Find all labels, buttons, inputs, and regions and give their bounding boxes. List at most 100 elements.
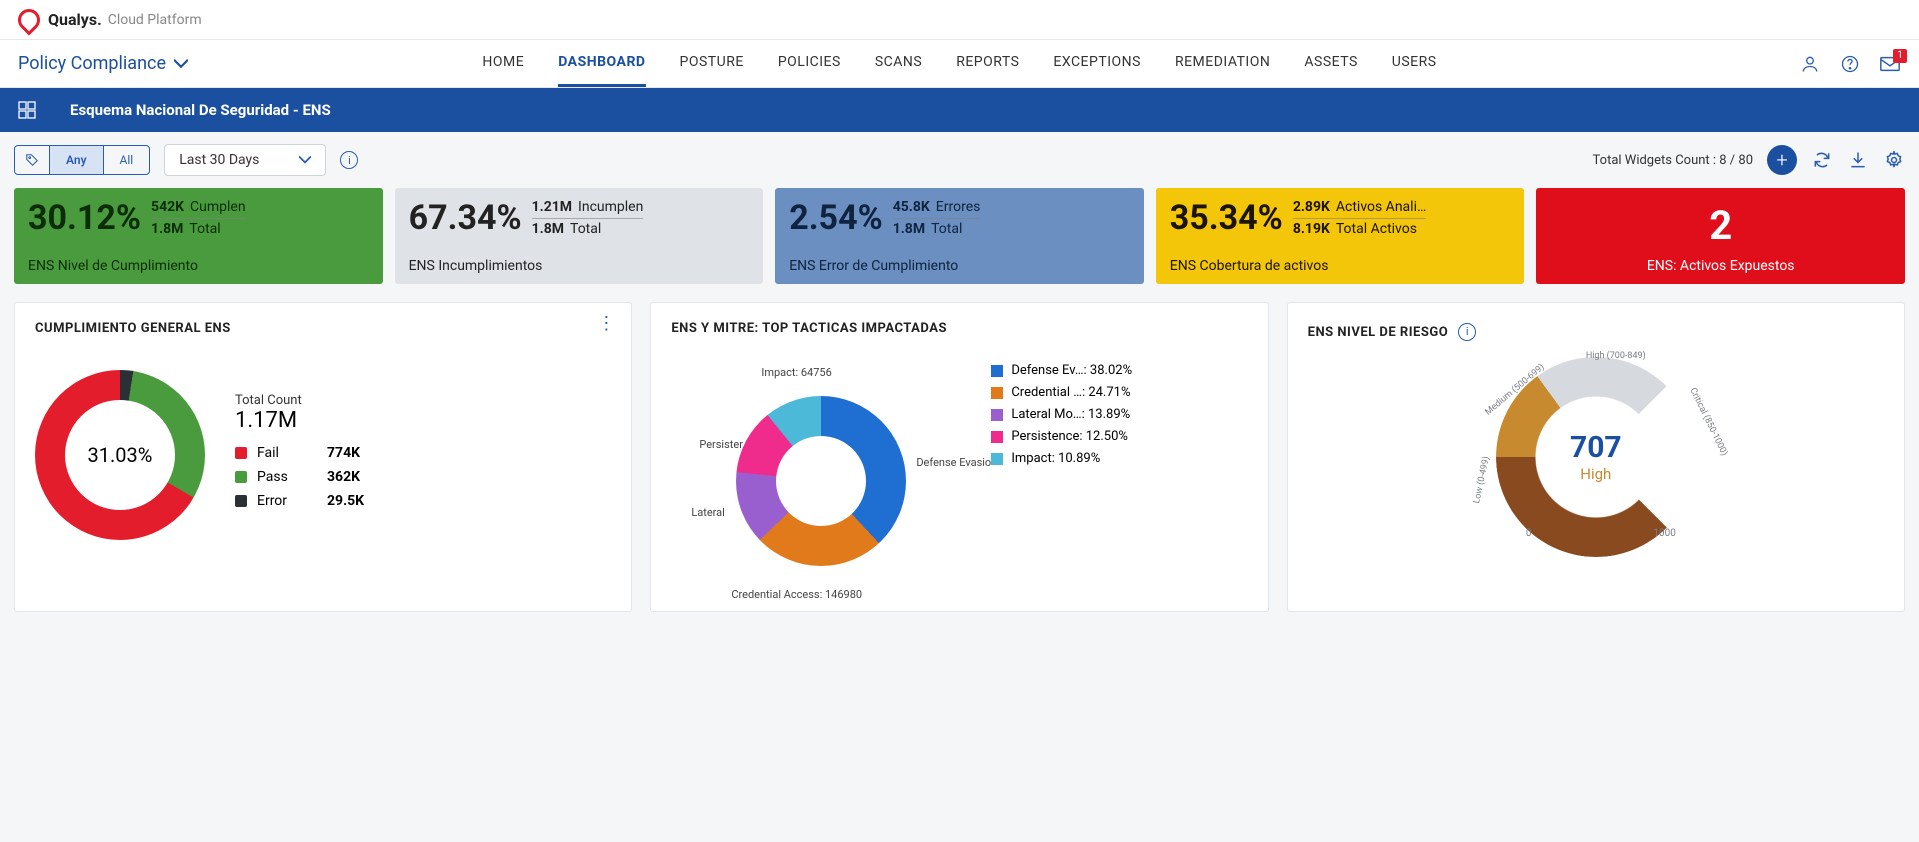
brand-suffix: Cloud Platform bbox=[108, 12, 202, 28]
nav-utility-icons: 1 bbox=[1799, 53, 1901, 75]
legend-row: Fail774K bbox=[235, 445, 364, 461]
card-menu-icon[interactable]: ⋮ bbox=[597, 319, 615, 328]
tab-dashboard[interactable]: DASHBOARD bbox=[558, 40, 645, 87]
swatch-icon bbox=[235, 471, 247, 483]
total-count-label: Total Count bbox=[235, 393, 364, 408]
tag-icon bbox=[15, 146, 49, 174]
kpi-pct: 30.12% bbox=[28, 198, 141, 238]
kpi-expuestos[interactable]: 2 ENS: Activos Expuestos bbox=[1536, 188, 1905, 284]
gauge-level: High bbox=[1580, 465, 1611, 483]
download-icon[interactable] bbox=[1847, 149, 1869, 171]
axis-min: 0 bbox=[1526, 528, 1532, 539]
legend-row: Defense Ev…: 38.02% bbox=[991, 363, 1132, 378]
gauge-center: 707 High bbox=[1544, 405, 1648, 509]
chevron-down-icon bbox=[299, 156, 311, 164]
tab-posture[interactable]: POSTURE bbox=[680, 40, 744, 87]
kpi-row: 30.12% 542KCumplen 1.8MTotal ENS Nivel d… bbox=[0, 188, 1919, 298]
card-nivel-riesgo: ENS NIVEL DE RIESGO i 707 High 0 1000 Lo… bbox=[1287, 302, 1905, 612]
total-count-value: 1.17M bbox=[235, 408, 364, 433]
swatch-icon bbox=[991, 453, 1003, 465]
brand-bar: Qualys. Cloud Platform bbox=[0, 0, 1919, 40]
tag-filter[interactable]: Any All bbox=[14, 145, 150, 175]
kpi-big: 2 bbox=[1709, 202, 1732, 249]
tab-remediation[interactable]: REMEDIATION bbox=[1175, 40, 1270, 87]
gauge-value: 707 bbox=[1570, 430, 1622, 465]
card-title: CUMPLIMIENTO GENERAL ENS bbox=[35, 321, 611, 336]
kpi-error[interactable]: 2.54% 45.8KErrores 1.8MTotal ENS Error d… bbox=[775, 188, 1144, 284]
date-range-select[interactable]: Last 30 Days bbox=[164, 144, 326, 176]
kpi-fraction: 45.8KErrores 1.8MTotal bbox=[893, 199, 981, 238]
info-icon[interactable]: i bbox=[1458, 323, 1476, 341]
card-title: ENS NIVEL DE RIESGO bbox=[1308, 325, 1449, 340]
donut-center: 31.03% bbox=[65, 400, 175, 510]
user-icon[interactable] bbox=[1799, 53, 1821, 75]
swatch-icon bbox=[991, 387, 1003, 399]
module-label: Policy Compliance bbox=[18, 53, 166, 74]
tab-reports[interactable]: REPORTS bbox=[956, 40, 1019, 87]
page-title-bar: Esquema Nacional De Seguridad - ENS bbox=[0, 88, 1919, 132]
slice-label: Defense Evasio bbox=[916, 456, 991, 469]
mail-icon[interactable]: 1 bbox=[1879, 53, 1901, 75]
settings-icon[interactable] bbox=[1883, 149, 1905, 171]
kpi-cumplimiento[interactable]: 30.12% 542KCumplen 1.8MTotal ENS Nivel d… bbox=[14, 188, 383, 284]
refresh-icon[interactable] bbox=[1811, 149, 1833, 171]
slice-label: Credential Access: 146980 bbox=[731, 588, 862, 601]
kpi-pct: 35.34% bbox=[1170, 198, 1283, 238]
mitre-chart-area: Impact: 64756 Persister Lateral Credenti… bbox=[671, 366, 971, 566]
swatch-icon bbox=[235, 447, 247, 459]
risk-gauge: 707 High 0 1000 Low (0-499) Medium (500-… bbox=[1496, 357, 1696, 557]
tab-assets[interactable]: ASSETS bbox=[1304, 40, 1357, 87]
brand-name: Qualys. bbox=[48, 10, 102, 29]
kpi-fraction: 542KCumplen 1.8MTotal bbox=[151, 199, 246, 238]
widget-count: Total Widgets Count : 8 / 80 bbox=[1593, 153, 1753, 168]
legend-row: Error29.5K bbox=[235, 493, 364, 509]
chevron-down-icon bbox=[174, 57, 188, 71]
mail-badge: 1 bbox=[1893, 49, 1907, 63]
tab-exceptions[interactable]: EXCEPTIONS bbox=[1053, 40, 1141, 87]
dashboard-grid-icon[interactable] bbox=[12, 95, 42, 125]
swatch-icon bbox=[991, 409, 1003, 421]
legend-row: Impact: 10.89% bbox=[991, 451, 1132, 466]
date-range-label: Last 30 Days bbox=[179, 152, 259, 168]
kpi-label: ENS Cobertura de activos bbox=[1170, 258, 1511, 284]
kpi-label: ENS Error de Cumplimiento bbox=[789, 258, 1130, 284]
mitre-donut bbox=[736, 396, 906, 566]
legend-row: Persistence: 12.50% bbox=[991, 429, 1132, 444]
donut-legend: Total Count 1.17M Fail774K Pass362K Erro… bbox=[235, 393, 364, 517]
kpi-pct: 2.54% bbox=[789, 198, 883, 238]
mitre-legend: Defense Ev…: 38.02% Credential …: 24.71%… bbox=[991, 356, 1132, 473]
tick-high: High (700-849) bbox=[1586, 351, 1646, 361]
kpi-fraction: 1.21MIncumplen 1.8MTotal bbox=[532, 199, 644, 238]
info-icon[interactable]: i bbox=[340, 151, 358, 169]
page-title: Esquema Nacional De Seguridad - ENS bbox=[70, 101, 331, 119]
help-icon[interactable] bbox=[1839, 53, 1861, 75]
swatch-icon bbox=[991, 431, 1003, 443]
legend-row: Pass362K bbox=[235, 469, 364, 485]
card-cumplimiento-general: CUMPLIMIENTO GENERAL ENS ⋮ 31.03% Total … bbox=[14, 302, 632, 612]
tab-policies[interactable]: POLICIES bbox=[778, 40, 841, 87]
kpi-label: ENS Nivel de Cumplimiento bbox=[28, 258, 369, 284]
kpi-label: ENS: Activos Expuestos bbox=[1550, 258, 1891, 284]
card-mitre-tacticas: ENS Y MITRE: TOP TACTICAS IMPACTADAS Imp… bbox=[650, 302, 1268, 612]
card-title: ENS Y MITRE: TOP TACTICAS IMPACTADAS bbox=[671, 321, 1247, 336]
legend-row: Lateral Mo…: 13.89% bbox=[991, 407, 1132, 422]
nav-bar: Policy Compliance HOME DASHBOARD POSTURE… bbox=[0, 40, 1919, 88]
module-selector[interactable]: Policy Compliance bbox=[18, 53, 188, 74]
filter-any[interactable]: Any bbox=[49, 146, 103, 174]
slice-label: Impact: 64756 bbox=[761, 366, 831, 379]
nav-tabs: HOME DASHBOARD POSTURE POLICIES SCANS RE… bbox=[482, 40, 1436, 87]
slice-label: Lateral bbox=[691, 506, 725, 519]
swatch-icon bbox=[235, 495, 247, 507]
kpi-incumplimientos[interactable]: 67.34% 1.21MIncumplen 1.8MTotal ENS Incu… bbox=[395, 188, 764, 284]
tab-users[interactable]: USERS bbox=[1392, 40, 1437, 87]
tick-low: Low (0-499) bbox=[1472, 455, 1492, 504]
qualys-logo-icon bbox=[13, 4, 44, 35]
kpi-fraction: 2.89KActivos Anali… 8.19KTotal Activos bbox=[1293, 199, 1427, 238]
toolbar: Any All Last 30 Days i Total Widgets Cou… bbox=[0, 132, 1919, 188]
axis-max: 1000 bbox=[1653, 528, 1675, 539]
add-widget-button[interactable]: + bbox=[1767, 145, 1797, 175]
tab-scans[interactable]: SCANS bbox=[875, 40, 922, 87]
filter-all[interactable]: All bbox=[103, 146, 150, 174]
kpi-cobertura[interactable]: 35.34% 2.89KActivos Anali… 8.19KTotal Ac… bbox=[1156, 188, 1525, 284]
tab-home[interactable]: HOME bbox=[482, 40, 524, 87]
